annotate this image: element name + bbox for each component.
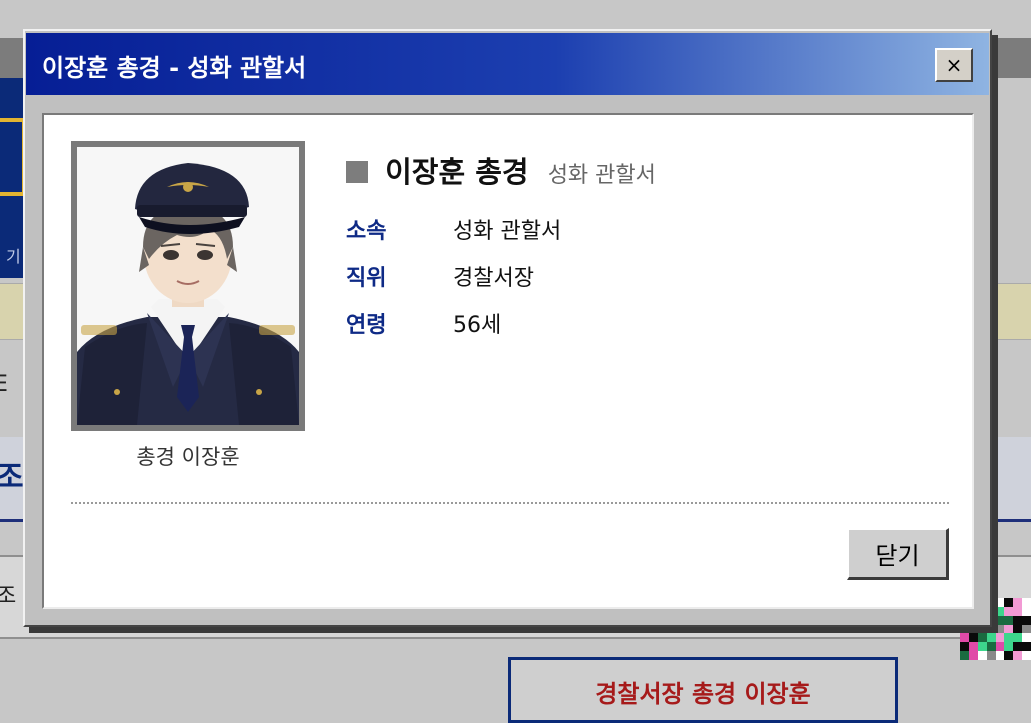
glitch-pixel (995, 598, 1005, 607)
background-name-plate: 경찰서장 총경 이장훈 (508, 657, 898, 723)
glitch-pixel (1013, 651, 1023, 660)
dialog-title: 이장훈 총경 - 성화 관할서 (42, 54, 307, 82)
info-value: 경찰서장 (453, 266, 534, 291)
glitch-pixel (968, 642, 978, 652)
glitch-pixel (960, 651, 969, 660)
glitch-pixel (1004, 633, 1014, 643)
glitch-pixel (1022, 633, 1031, 643)
glitch-pixel (977, 633, 987, 643)
glitch-pixel (1013, 633, 1023, 643)
portrait-caption: 총경 이장훈 (136, 445, 240, 469)
dialog-titlebar[interactable]: 이장훈 총경 - 성화 관할서 × (26, 33, 989, 95)
background-name-plate-text: 경찰서장 총경 이장훈 (595, 680, 811, 708)
info-label: 연령 (346, 313, 387, 338)
background-row-text-2: 조 (0, 584, 17, 609)
glitch-pixel (1004, 606, 1014, 616)
glitch-pixel (995, 633, 1005, 643)
glitch-pixel (1022, 598, 1031, 607)
background-row-text: E (0, 372, 8, 397)
glitch-pixel (1022, 624, 1031, 634)
glitch-pixel (1013, 598, 1023, 607)
close-dialog-button[interactable]: 닫기 (847, 528, 949, 580)
background-banner-fragment: 기 (6, 247, 21, 266)
profile-heading: 이장훈 총경 성화 관할서 (346, 149, 656, 191)
glitch-pixel (977, 651, 987, 660)
info-row-age: 연령 56세 (346, 307, 501, 339)
officer-portrait (77, 147, 299, 425)
glitch-pixel (995, 651, 1005, 660)
glitch-pixel (1022, 606, 1031, 616)
glitch-pixel (1004, 615, 1014, 625)
glitch-pixel (1004, 624, 1014, 634)
glitch-pixel (1013, 606, 1023, 616)
info-label: 소속 (346, 219, 387, 244)
dialog-content: 총경 이장훈 이장훈 총경 성화 관할서 소속 성화 관할서 직위 경찰서장 연… (42, 113, 974, 609)
officer-name: 이장훈 총경 (385, 155, 529, 189)
profile-dialog: 이장훈 총경 - 성화 관할서 × 총경 이장훈 이장훈 총경 성화 관할서 소… (23, 29, 992, 627)
glitch-pixel (1013, 624, 1023, 634)
background-section-title: 조 (0, 460, 24, 495)
close-button[interactable]: × (935, 48, 973, 82)
glitch-pixel (1013, 642, 1023, 652)
close-icon: × (945, 53, 963, 77)
glitch-pixel (960, 642, 969, 652)
glitch-pixel (986, 633, 996, 643)
glitch-pixel (1022, 615, 1031, 625)
glitch-pixel (968, 633, 978, 643)
square-bullet-icon (346, 161, 368, 183)
glitch-pixel (986, 642, 996, 652)
glitch-pixel (995, 615, 1005, 625)
glitch-pixel (995, 606, 1005, 616)
glitch-pixel (995, 642, 1005, 652)
glitch-pixel (1013, 615, 1023, 625)
info-label: 직위 (346, 266, 387, 291)
info-value: 성화 관할서 (453, 219, 562, 244)
info-row-affiliation: 소속 성화 관할서 (346, 213, 561, 245)
glitch-pixel (968, 651, 978, 660)
dotted-divider (71, 502, 949, 504)
glitch-pixel (1022, 642, 1031, 652)
info-row-position: 직위 경찰서장 (346, 260, 534, 292)
glitch-pixel (995, 624, 1005, 634)
glitch-pixel (1004, 598, 1014, 607)
glitch-pixel (1004, 651, 1014, 660)
portrait-frame (71, 141, 305, 431)
glitch-pixel (977, 642, 987, 652)
officer-station: 성화 관할서 (547, 163, 656, 188)
info-value: 56세 (453, 313, 502, 338)
glitch-pixel (960, 633, 969, 643)
glitch-pixel (1022, 651, 1031, 660)
glitch-pixel (986, 651, 996, 660)
glitch-pixel (1004, 642, 1014, 652)
